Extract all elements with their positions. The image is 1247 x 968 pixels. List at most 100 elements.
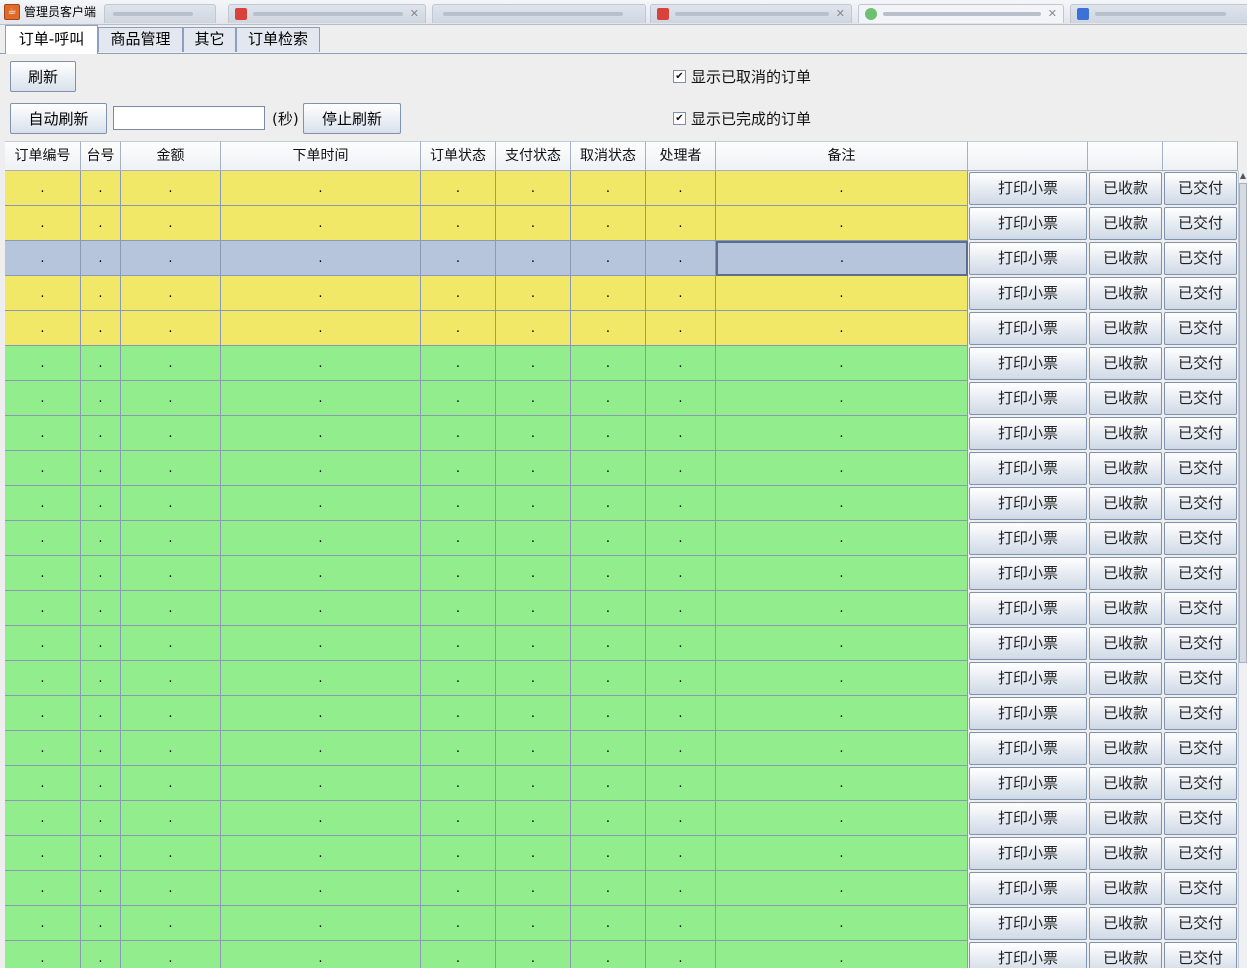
stop-refresh-button[interactable]: 停止刷新 (303, 103, 401, 134)
table-cell[interactable]: . (5, 171, 81, 206)
table-cell[interactable]: . (496, 276, 571, 311)
table-cell[interactable]: . (121, 941, 221, 968)
table-cell[interactable]: . (496, 206, 571, 241)
table-cell[interactable]: . (5, 486, 81, 521)
column-header[interactable]: 下单时间 (221, 141, 421, 171)
table-cell[interactable]: . (646, 416, 716, 451)
table-cell[interactable]: . (121, 661, 221, 696)
table-cell[interactable]: . (571, 521, 646, 556)
table-cell[interactable]: . (221, 451, 421, 486)
column-header[interactable]: 处理者 (646, 141, 716, 171)
table-cell[interactable]: . (646, 941, 716, 968)
table-cell[interactable]: . (221, 731, 421, 766)
table-cell[interactable]: . (421, 206, 496, 241)
table-cell[interactable]: . (421, 696, 496, 731)
table-cell[interactable]: . (421, 661, 496, 696)
table-cell[interactable]: . (646, 801, 716, 836)
print-receipt-button[interactable]: 打印小票 (969, 592, 1087, 625)
table-cell[interactable]: . (81, 486, 121, 521)
print-receipt-button[interactable]: 打印小票 (969, 172, 1087, 205)
mark-delivered-button[interactable]: 已交付 (1164, 732, 1237, 765)
table-row[interactable]: ......... 打印小票 已收款 已交付 (5, 696, 1238, 731)
print-receipt-button[interactable]: 打印小票 (969, 522, 1087, 555)
table-cell[interactable]: . (121, 451, 221, 486)
table-cell[interactable]: . (716, 906, 968, 941)
tab-other[interactable]: 其它 (183, 27, 236, 52)
print-receipt-button[interactable]: 打印小票 (969, 767, 1087, 800)
column-header[interactable]: 取消状态 (571, 141, 646, 171)
table-cell[interactable]: . (81, 766, 121, 801)
table-cell[interactable]: . (716, 836, 968, 871)
table-cell[interactable]: . (81, 906, 121, 941)
mark-paid-button[interactable]: 已收款 (1089, 522, 1162, 555)
column-header[interactable]: 台号 (81, 141, 121, 171)
table-cell[interactable]: . (221, 801, 421, 836)
table-cell[interactable]: . (646, 696, 716, 731)
table-cell[interactable]: . (121, 171, 221, 206)
table-cell[interactable]: . (81, 206, 121, 241)
table-cell[interactable]: . (121, 801, 221, 836)
table-cell[interactable]: . (5, 311, 81, 346)
table-row[interactable]: ......... 打印小票 已收款 已交付 (5, 801, 1238, 836)
mark-paid-button[interactable]: 已收款 (1089, 277, 1162, 310)
mark-paid-button[interactable]: 已收款 (1089, 382, 1162, 415)
table-row[interactable]: ......... 打印小票 已收款 已交付 (5, 346, 1238, 381)
mark-delivered-button[interactable]: 已交付 (1164, 872, 1237, 905)
table-cell[interactable]: . (121, 766, 221, 801)
table-cell[interactable]: . (81, 311, 121, 346)
table-cell[interactable]: . (221, 591, 421, 626)
table-cell[interactable]: . (5, 661, 81, 696)
mark-paid-button[interactable]: 已收款 (1089, 452, 1162, 485)
mark-delivered-button[interactable]: 已交付 (1164, 382, 1237, 415)
print-receipt-button[interactable]: 打印小票 (969, 662, 1087, 695)
table-cell[interactable]: . (81, 731, 121, 766)
table-cell[interactable]: . (121, 486, 221, 521)
checkbox-check-icon[interactable]: ✔ (673, 112, 686, 125)
print-receipt-button[interactable]: 打印小票 (969, 242, 1087, 275)
table-cell[interactable]: . (81, 696, 121, 731)
mark-delivered-button[interactable]: 已交付 (1164, 837, 1237, 870)
table-cell[interactable]: . (496, 416, 571, 451)
table-cell[interactable]: . (496, 486, 571, 521)
tab-order-search[interactable]: 订单检索 (236, 27, 320, 52)
table-cell[interactable]: . (571, 871, 646, 906)
table-cell[interactable]: . (221, 276, 421, 311)
table-row[interactable]: ......... 打印小票 已收款 已交付 (5, 276, 1238, 311)
table-cell[interactable]: . (496, 381, 571, 416)
table-cell[interactable]: . (421, 346, 496, 381)
table-cell[interactable]: . (421, 381, 496, 416)
column-header[interactable]: 订单编号 (5, 141, 81, 171)
table-cell[interactable]: . (121, 381, 221, 416)
mark-delivered-button[interactable]: 已交付 (1164, 172, 1237, 205)
table-row[interactable]: ......... 打印小票 已收款 已交付 (5, 941, 1238, 968)
mark-paid-button[interactable]: 已收款 (1089, 837, 1162, 870)
table-cell[interactable]: . (716, 556, 968, 591)
mark-delivered-button[interactable]: 已交付 (1164, 347, 1237, 380)
table-cell[interactable]: . (221, 486, 421, 521)
table-cell[interactable]: . (646, 381, 716, 416)
table-cell[interactable]: . (221, 381, 421, 416)
table-cell[interactable]: . (121, 241, 221, 276)
table-cell[interactable]: . (716, 311, 968, 346)
table-cell[interactable]: . (646, 906, 716, 941)
table-cell[interactable]: . (421, 451, 496, 486)
table-cell[interactable]: . (571, 451, 646, 486)
table-cell[interactable]: . (496, 451, 571, 486)
table-cell[interactable]: . (81, 626, 121, 661)
table-row[interactable]: ......... 打印小票 已收款 已交付 (5, 486, 1238, 521)
table-cell[interactable]: . (5, 871, 81, 906)
table-cell[interactable]: . (571, 696, 646, 731)
table-cell[interactable]: . (121, 276, 221, 311)
table-cell[interactable]: . (716, 766, 968, 801)
table-row[interactable]: ......... 打印小票 已收款 已交付 (5, 626, 1238, 661)
print-receipt-button[interactable]: 打印小票 (969, 207, 1087, 240)
mark-delivered-button[interactable]: 已交付 (1164, 942, 1237, 968)
print-receipt-button[interactable]: 打印小票 (969, 732, 1087, 765)
table-cell[interactable]: . (716, 276, 968, 311)
table-cell[interactable]: . (221, 346, 421, 381)
mark-paid-button[interactable]: 已收款 (1089, 312, 1162, 345)
table-cell[interactable]: . (496, 556, 571, 591)
table-cell[interactable]: . (716, 696, 968, 731)
table-cell[interactable]: . (81, 591, 121, 626)
print-receipt-button[interactable]: 打印小票 (969, 277, 1087, 310)
